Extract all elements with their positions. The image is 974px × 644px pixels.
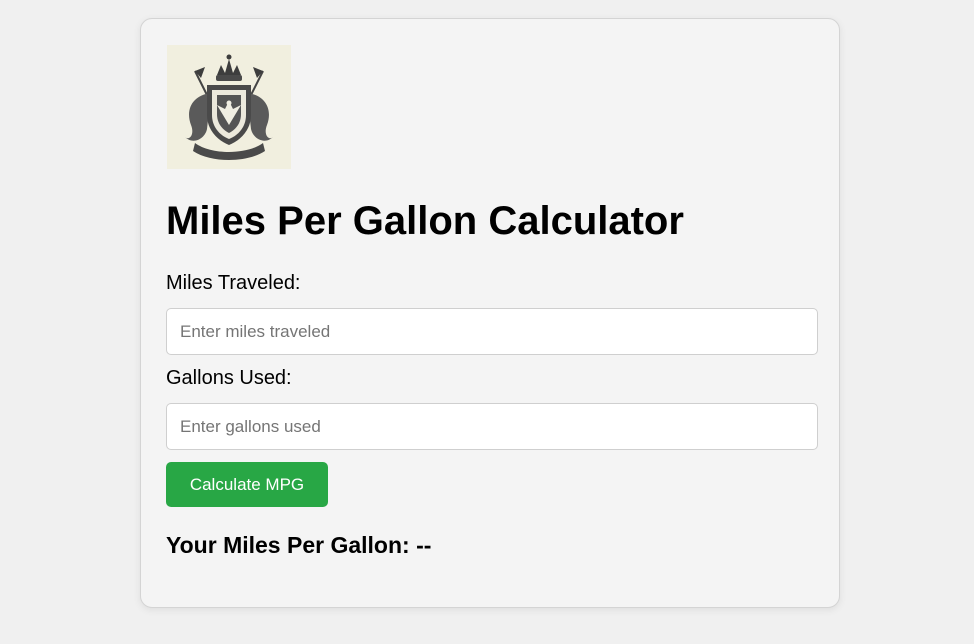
mpg-result: Your Miles Per Gallon: -- xyxy=(166,532,431,559)
result-value: -- xyxy=(416,532,432,558)
result-label: Your Miles Per Gallon: xyxy=(166,532,410,558)
gallons-input[interactable] xyxy=(166,403,818,450)
gallons-label: Gallons Used: xyxy=(166,367,292,389)
coat-of-arms-icon xyxy=(167,45,291,169)
calculator-card: Miles Per Gallon Calculator Miles Travel… xyxy=(140,18,840,608)
miles-label: Miles Traveled: xyxy=(166,272,301,294)
miles-input[interactable] xyxy=(166,308,818,355)
calculate-mpg-button[interactable]: Calculate MPG xyxy=(166,462,328,507)
page-title: Miles Per Gallon Calculator xyxy=(166,199,684,243)
